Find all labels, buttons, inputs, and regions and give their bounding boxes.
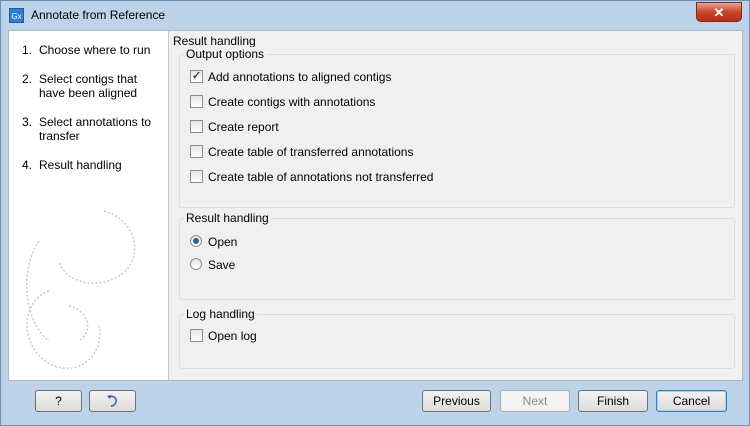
result-handling-group: Result handling Open Save xyxy=(179,211,735,300)
dialog-body: 1. Choose where to run 2. Select contigs… xyxy=(8,30,743,381)
step-number: 4. xyxy=(22,158,33,172)
option-label: Open xyxy=(208,235,238,249)
undo-arrow-icon xyxy=(106,395,117,407)
step-number: 2. xyxy=(22,72,33,86)
step-label: Choose where to run xyxy=(39,43,151,57)
step-number: 1. xyxy=(22,43,33,57)
option-label: Create contigs with annotations xyxy=(208,95,376,109)
main-panel: Result handling Output options Add annot… xyxy=(169,31,742,380)
group-title: Log handling xyxy=(184,307,257,321)
output-options-group: Output options Add annotations to aligne… xyxy=(179,47,735,208)
section-title: Result handling xyxy=(173,34,256,48)
group-title: Output options xyxy=(184,47,267,61)
title-bar: Gx Annotate from Reference ✕ xyxy=(1,1,749,31)
option-label: Create report xyxy=(208,120,279,134)
step-number: 3. xyxy=(22,115,33,129)
button-bar: ? Previous Next Finish Cancel xyxy=(8,382,743,418)
option-label: Add annotations to aligned contigs xyxy=(208,70,392,84)
previous-button[interactable]: Previous xyxy=(422,390,491,412)
step-label: Select contigs that have been aligned xyxy=(39,72,138,100)
radio-button[interactable] xyxy=(190,235,202,247)
window-title: Annotate from Reference xyxy=(31,8,166,22)
checkbox[interactable] xyxy=(190,95,203,108)
step-label: Select annotations to transfer xyxy=(39,115,152,143)
option-label: Open log xyxy=(208,329,257,343)
option-label: Create table of transferred annotations xyxy=(208,145,414,159)
app-icon: Gx xyxy=(9,8,24,23)
log-handling-group: Log handling Open log xyxy=(179,307,735,369)
decorative-binary-swirl-icon xyxy=(26,210,136,369)
group-title: Result handling xyxy=(184,211,271,225)
option-label: Create table of annotations not transfer… xyxy=(208,170,434,184)
finish-button[interactable]: Finish xyxy=(578,390,648,412)
wizard-steps-panel: 1. Choose where to run 2. Select contigs… xyxy=(9,31,169,380)
checkbox[interactable] xyxy=(190,145,203,158)
radio-button[interactable] xyxy=(190,258,202,270)
option-label: Save xyxy=(208,258,236,272)
checkbox[interactable] xyxy=(190,69,203,83)
next-button[interactable]: Next xyxy=(500,390,570,412)
reset-button[interactable] xyxy=(89,390,136,412)
close-button[interactable]: ✕ xyxy=(696,2,742,22)
checkbox[interactable] xyxy=(190,120,203,133)
dialog-window: Gx Annotate from Reference ✕ 1. Choose w… xyxy=(0,0,750,426)
checkbox[interactable] xyxy=(190,329,203,342)
checkbox[interactable] xyxy=(190,170,203,183)
cancel-button[interactable]: Cancel xyxy=(656,390,727,412)
step-label: Result handling xyxy=(39,158,122,172)
help-button[interactable]: ? xyxy=(35,390,82,412)
